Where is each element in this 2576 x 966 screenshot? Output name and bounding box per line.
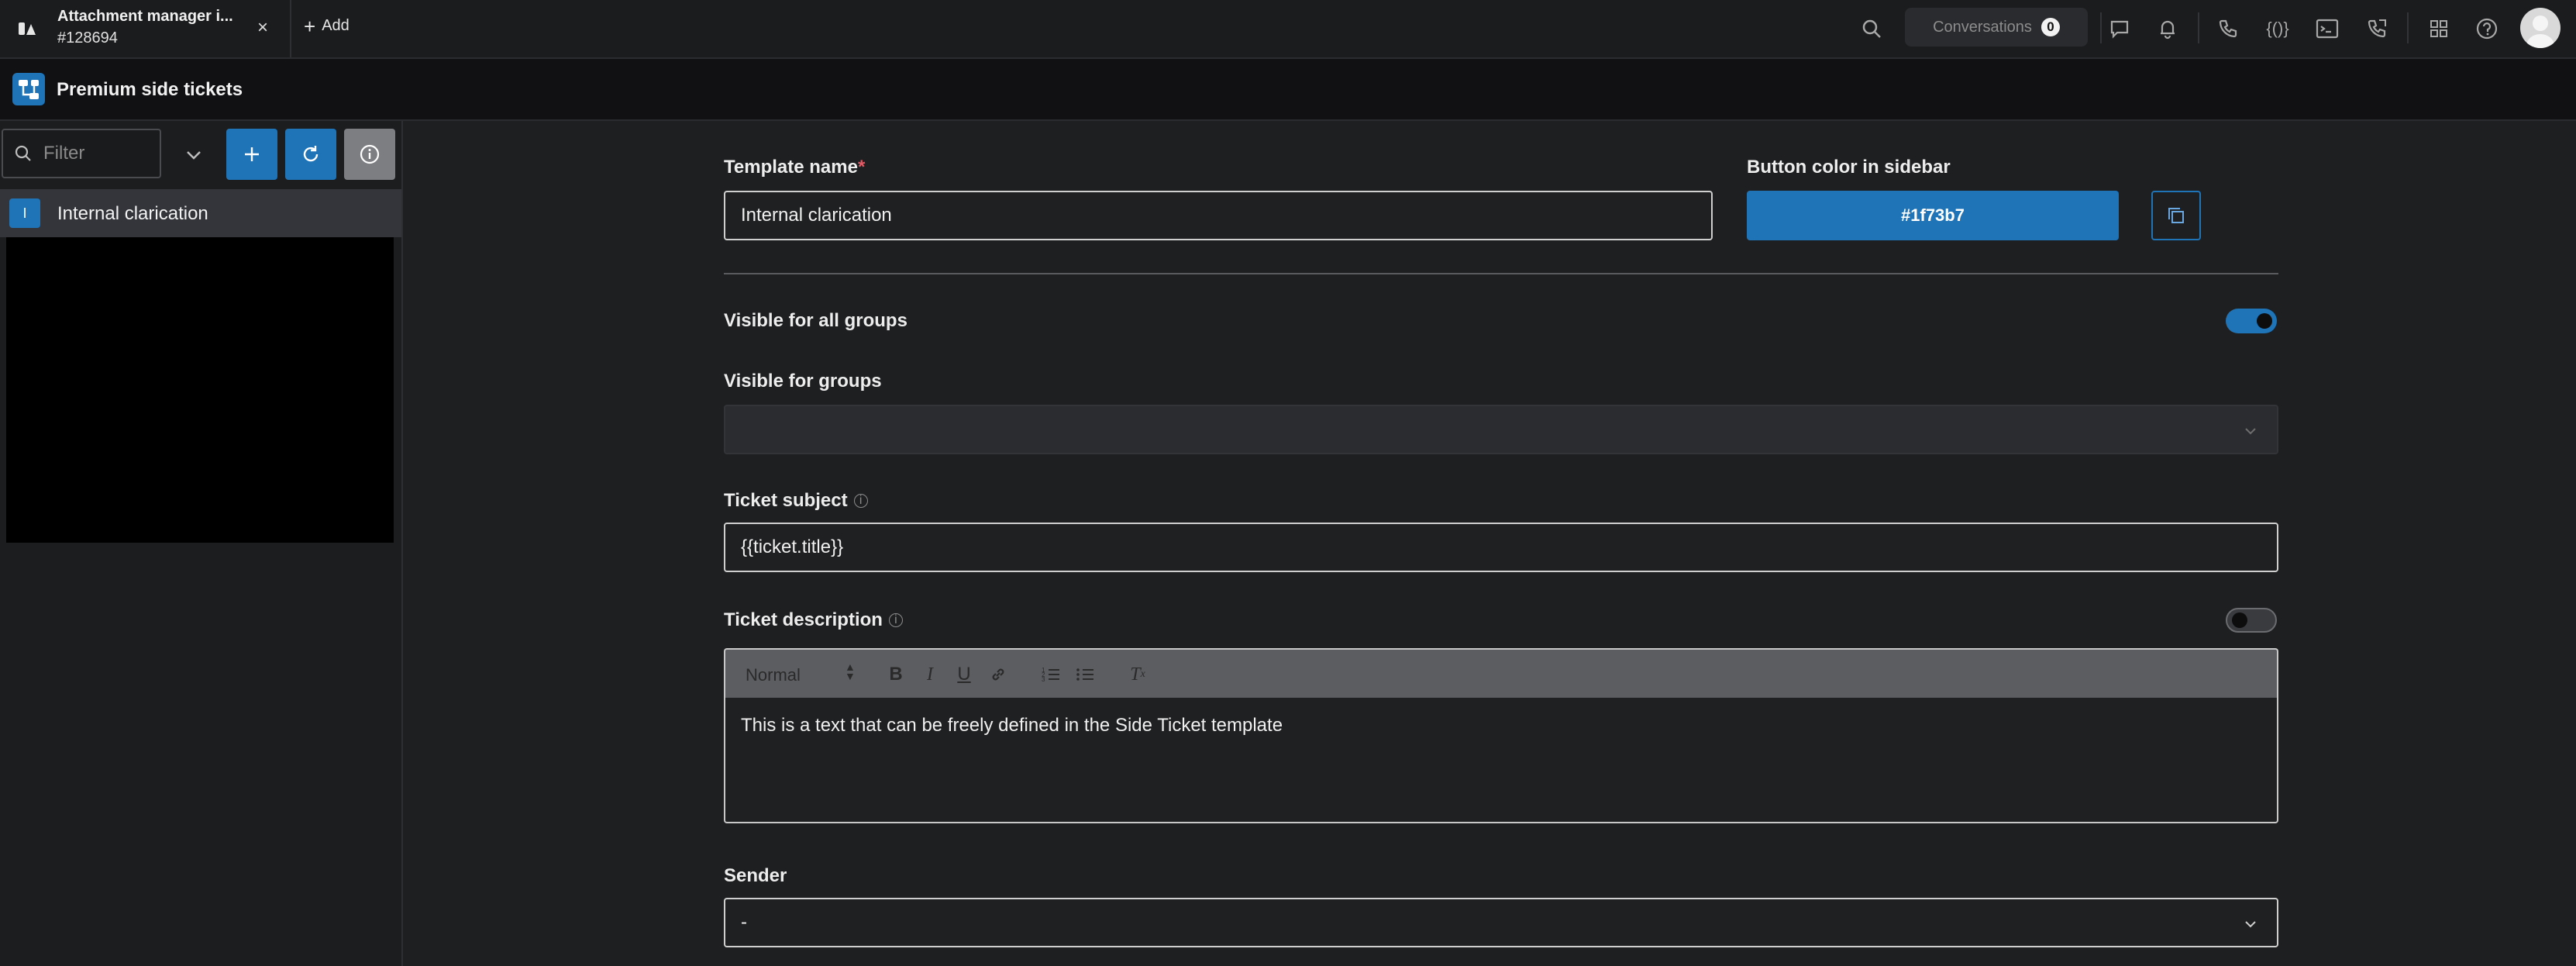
conversations-button[interactable]: Conversations 0 [1905, 8, 2088, 47]
refresh-button[interactable] [285, 129, 336, 180]
toggle-knob [2232, 612, 2247, 628]
add-tab-button[interactable]: + Add [304, 14, 350, 38]
refresh-icon [303, 146, 319, 162]
toggle-knob [2257, 313, 2272, 329]
template-form: Template name* Internal clarication Butt… [405, 121, 2576, 966]
format-select[interactable]: Normal [746, 665, 801, 685]
ordered-list-icon[interactable]: 123 [1038, 662, 1063, 687]
format-select-arrows-icon: ▲ ▼ [845, 661, 856, 682]
clear-format-icon[interactable]: Tx [1125, 662, 1150, 687]
copy-color-button[interactable] [2151, 191, 2201, 240]
code-braces-icon[interactable]: {()} [2263, 14, 2292, 43]
sender-select[interactable]: - [724, 898, 2278, 947]
button-color-picker[interactable]: #1f73b7 [1747, 191, 2119, 240]
ticket-description-value: This is a text that can be freely define… [741, 715, 1283, 736]
sidebar-empty-area [6, 237, 394, 543]
required-mark: * [857, 157, 866, 178]
copy-icon [2168, 208, 2184, 223]
chat-icon[interactable] [2105, 14, 2134, 43]
sender-label: Sender [724, 865, 787, 886]
app-bar: Premium side tickets [0, 59, 2576, 121]
underline-icon[interactable]: U [952, 662, 976, 687]
ticket-description-label: Ticket description i [724, 609, 903, 631]
svg-text:3: 3 [1042, 676, 1045, 683]
editor-toolbar: Normal ▲ ▼ B I U 123 Tx [724, 648, 2278, 699]
visible-all-groups-toggle[interactable] [2226, 309, 2277, 333]
ticket-subject-input[interactable]: {{ticket.title}} [724, 523, 2278, 572]
conversations-count-badge: 0 [2040, 18, 2060, 36]
phone-forward-icon[interactable] [2362, 14, 2392, 43]
visible-groups-label: Visible for groups [724, 371, 882, 392]
search-icon[interactable] [1857, 14, 1886, 43]
add-template-button[interactable] [226, 129, 277, 180]
visible-all-groups-label: Visible for all groups [724, 310, 907, 331]
template-name-label: Template name* [724, 157, 865, 178]
sender-value: - [741, 912, 747, 933]
plus-icon: + [304, 14, 316, 38]
ticket-description-toggle[interactable] [2226, 608, 2277, 633]
chevron-down-icon [2245, 921, 2256, 928]
info-icon [360, 144, 380, 164]
ticket-tab[interactable]: Attachment manager i... #128694 × [0, 0, 291, 57]
help-icon[interactable] [2472, 14, 2502, 43]
grid-icon[interactable] [2424, 14, 2454, 43]
ticket-description-label-text: Ticket description [724, 609, 883, 630]
plus-icon [245, 147, 259, 161]
bell-icon[interactable] [2153, 14, 2182, 43]
ticket-description-editor[interactable]: This is a text that can be freely define… [724, 698, 2278, 823]
template-name-input[interactable]: Internal clarication [724, 191, 1713, 240]
tab-title: Attachment manager i... [57, 8, 233, 25]
filter-input[interactable]: Filter [2, 129, 161, 178]
visible-groups-select[interactable] [724, 405, 2278, 454]
info-icon[interactable]: i [888, 613, 903, 627]
tab-subtitle: #128694 [57, 29, 118, 47]
bold-icon[interactable]: B [883, 662, 908, 687]
app-logo-icon [12, 73, 45, 105]
info-button[interactable] [344, 129, 395, 180]
divider [2198, 12, 2199, 43]
chevron-down-icon[interactable] [178, 140, 209, 171]
list-item[interactable]: I Internal clarication [0, 189, 401, 237]
button-color-value: #1f73b7 [1901, 205, 1965, 225]
divider [724, 273, 2278, 274]
template-name-value: Internal clarication [741, 205, 892, 226]
terminal-icon[interactable] [2313, 14, 2342, 43]
template-initial: I [9, 198, 40, 228]
template-label: Internal clarication [57, 203, 208, 224]
divider [2100, 12, 2102, 43]
app-logo-icon [19, 22, 36, 35]
chevron-down-icon [2245, 428, 2256, 435]
button-color-label: Button color in sidebar [1747, 157, 1951, 178]
ticket-subject-value: {{ticket.title}} [741, 536, 844, 557]
ticket-subject-label-text: Ticket subject [724, 490, 848, 511]
top-bar: Attachment manager i... #128694 × + Add … [0, 0, 2576, 59]
conversations-label: Conversations [1933, 18, 2032, 36]
bullet-list-icon[interactable] [1073, 662, 1097, 687]
app-title: Premium side tickets [57, 79, 243, 100]
add-tab-label: Add [322, 17, 350, 34]
avatar-icon[interactable] [2520, 8, 2561, 48]
filter-placeholder: Filter [43, 143, 85, 164]
search-icon [15, 145, 31, 161]
link-icon[interactable] [986, 662, 1011, 687]
phone-icon[interactable] [2213, 14, 2243, 43]
italic-icon[interactable]: I [918, 662, 942, 687]
template-name-label-text: Template name [724, 157, 858, 178]
ticket-subject-label: Ticket subject i [724, 490, 868, 512]
close-icon[interactable]: × [253, 17, 273, 40]
divider [2407, 12, 2409, 43]
info-icon[interactable]: i [853, 494, 868, 508]
sidebar: Filter I Internal clarication [0, 121, 403, 966]
